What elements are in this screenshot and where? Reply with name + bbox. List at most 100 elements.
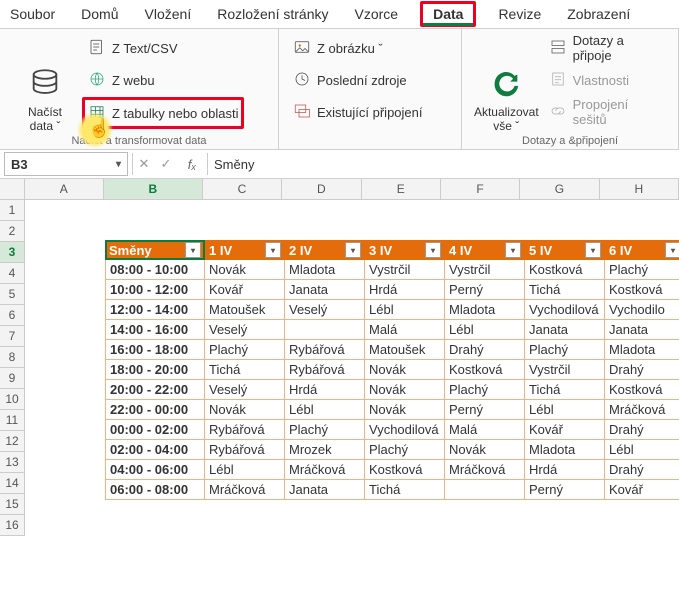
row-header[interactable]: 1	[0, 200, 25, 221]
cell[interactable]: 18:00 - 20:00	[105, 360, 205, 380]
cell[interactable]: Lébl	[205, 460, 285, 480]
cell[interactable]	[365, 220, 445, 240]
menu-tab-data[interactable]: Data	[420, 1, 476, 27]
cell[interactable]	[605, 220, 679, 240]
filter-dropdown-icon[interactable]: ▾	[185, 242, 201, 258]
cell[interactable]: Mladota	[445, 300, 525, 320]
row-header[interactable]: 6	[0, 305, 25, 326]
cell[interactable]	[365, 500, 445, 520]
column-header[interactable]: A	[25, 179, 104, 200]
cell[interactable]: Kostková	[525, 260, 605, 280]
cell[interactable]: Malá	[365, 320, 445, 340]
row-header[interactable]: 15	[0, 494, 25, 515]
cell[interactable]: Novák	[365, 360, 445, 380]
cell[interactable]	[25, 200, 105, 220]
cell[interactable]: Lébl	[525, 400, 605, 420]
cell[interactable]: 22:00 - 00:00	[105, 400, 205, 420]
cell[interactable]: Kovář	[525, 420, 605, 440]
cell[interactable]: Vystrčil	[525, 360, 605, 380]
row-header[interactable]: 12	[0, 431, 25, 452]
cell[interactable]	[285, 500, 365, 520]
menu-tab-vložení[interactable]: Vložení	[141, 2, 196, 26]
cell[interactable]: Plachý	[445, 380, 525, 400]
cell[interactable]: 00:00 - 02:00	[105, 420, 205, 440]
cell[interactable]: Vystrčil	[445, 260, 525, 280]
cell[interactable]: Hrdá	[365, 280, 445, 300]
name-box[interactable]: B3 ▾	[4, 152, 128, 176]
cell[interactable]: Janata	[605, 320, 679, 340]
cell[interactable]: Drahý	[445, 340, 525, 360]
cell[interactable]	[25, 320, 105, 340]
cell[interactable]: Novák	[205, 260, 285, 280]
cell[interactable]	[205, 200, 285, 220]
cell[interactable]: Plachý	[285, 420, 365, 440]
cell[interactable]: 6 IV▾	[605, 240, 679, 260]
cell[interactable]: Vychodilo	[605, 300, 679, 320]
cell[interactable]: Plachý	[525, 340, 605, 360]
cell[interactable]: Lébl	[605, 440, 679, 460]
column-header[interactable]: D	[282, 179, 361, 200]
column-header[interactable]: F	[441, 179, 520, 200]
cell[interactable]: Drahý	[605, 460, 679, 480]
cell[interactable]: Kostková	[605, 280, 679, 300]
cell[interactable]: Tichá	[205, 360, 285, 380]
cell[interactable]: Perný	[445, 400, 525, 420]
row-header[interactable]: 8	[0, 347, 25, 368]
check-icon[interactable]: ✓	[155, 156, 177, 172]
cell[interactable]: Plachý	[605, 260, 679, 280]
filter-dropdown-icon[interactable]: ▾	[345, 242, 361, 258]
menu-tab-soubor[interactable]: Soubor	[6, 2, 59, 26]
cell[interactable]: Mráčková	[285, 460, 365, 480]
cell[interactable]: Hrdá	[285, 380, 365, 400]
cell[interactable]: Mrozek	[285, 440, 365, 460]
cell[interactable]	[105, 500, 205, 520]
row-header[interactable]: 14	[0, 473, 25, 494]
cell[interactable]	[25, 220, 105, 240]
column-header[interactable]: B	[104, 179, 203, 200]
row-header[interactable]: 9	[0, 368, 25, 389]
filter-dropdown-icon[interactable]: ▾	[585, 242, 601, 258]
ribbon-item-z-webu[interactable]: Z webu	[82, 65, 244, 95]
cell[interactable]	[285, 320, 365, 340]
cell[interactable]	[285, 220, 365, 240]
cell[interactable]: Kostková	[365, 460, 445, 480]
cell[interactable]	[25, 440, 105, 460]
cell[interactable]	[25, 240, 105, 260]
chevron-down-icon[interactable]: ▾	[116, 159, 121, 170]
ribbon-item-dotazy-a-p-ipoje[interactable]: Dotazy a připoje	[543, 33, 670, 63]
cell[interactable]	[445, 220, 525, 240]
cell[interactable]: 02:00 - 04:00	[105, 440, 205, 460]
ribbon-item-vlastnosti[interactable]: Vlastnosti	[543, 65, 670, 95]
select-all-corner[interactable]	[0, 179, 25, 200]
cell[interactable]	[25, 280, 105, 300]
ribbon-item-z-obr-zku-[interactable]: Z obrázku ˇ	[287, 33, 429, 63]
cell[interactable]: 1 IV▾	[205, 240, 285, 260]
menu-tab-revize[interactable]: Revize	[494, 2, 545, 26]
cell[interactable]: Novák	[205, 400, 285, 420]
column-header[interactable]: H	[600, 179, 679, 200]
cell[interactable]: Tichá	[525, 280, 605, 300]
ribbon-item-propojen-se-it-[interactable]: Propojení sešitů	[543, 97, 670, 127]
cell[interactable]: Veselý	[205, 320, 285, 340]
cell[interactable]: Kostková	[445, 360, 525, 380]
cell[interactable]: Rybářová	[205, 420, 285, 440]
row-header[interactable]: 10	[0, 389, 25, 410]
row-header[interactable]: 11	[0, 410, 25, 431]
column-header[interactable]: C	[203, 179, 282, 200]
cell[interactable]: Vystrčil	[365, 260, 445, 280]
cell[interactable]: Janata	[285, 280, 365, 300]
cell[interactable]: Rybářová	[285, 360, 365, 380]
cell[interactable]: Tichá	[525, 380, 605, 400]
cell[interactable]: Kovář	[605, 480, 679, 500]
cell[interactable]	[445, 480, 525, 500]
cell[interactable]: 20:00 - 22:00	[105, 380, 205, 400]
menu-tab-vzorce[interactable]: Vzorce	[351, 2, 403, 26]
cell[interactable]: Lébl	[445, 320, 525, 340]
spreadsheet-grid[interactable]: ABCDEFGH 12345678910111213141516 Směny▾1…	[0, 179, 679, 536]
cell[interactable]	[25, 420, 105, 440]
row-header[interactable]: 3	[0, 242, 25, 263]
formula-input[interactable]: Směny	[208, 157, 679, 172]
cell[interactable]	[25, 400, 105, 420]
menu-tab-domů[interactable]: Domů	[77, 2, 122, 26]
cell[interactable]	[205, 500, 285, 520]
